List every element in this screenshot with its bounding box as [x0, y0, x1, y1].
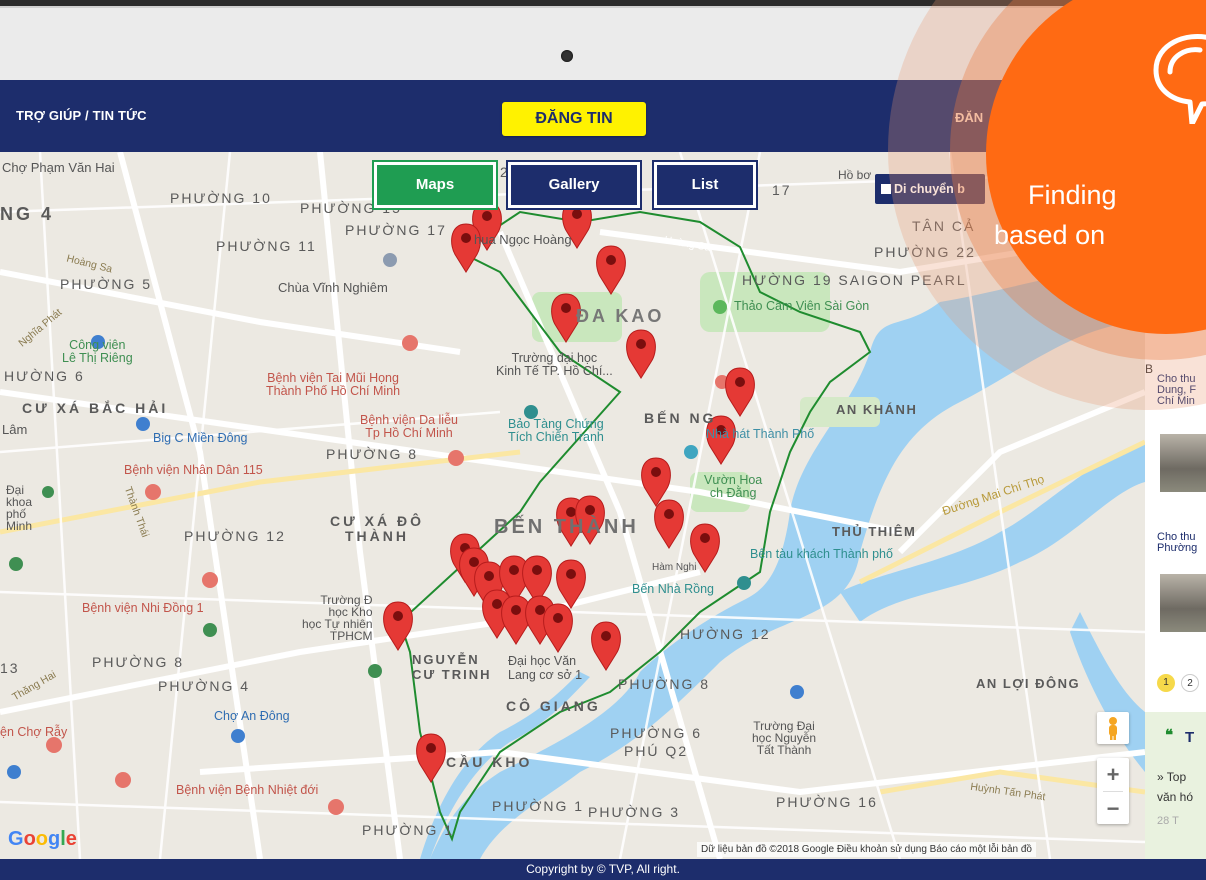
- map-label: Vườn Hoa ch Đằng: [704, 473, 763, 500]
- map-label: AN KHÁNH: [836, 402, 918, 417]
- map-label: Bệnh viện Nhi Đồng 1: [82, 601, 204, 615]
- map-label: CẦU KHO: [446, 754, 533, 770]
- camera-dot: [561, 50, 573, 62]
- map-label: Nhà hát Thành Phố: [706, 427, 815, 441]
- zoom-control: + −: [1097, 758, 1129, 824]
- post-listing-button[interactable]: ĐĂNG TIN: [502, 102, 646, 136]
- nav-help-news-link[interactable]: TRỢ GIÚP / TIN TỨC: [16, 108, 147, 123]
- tab-maps[interactable]: Maps: [372, 160, 498, 210]
- map-label: PHƯỜNG 11: [216, 238, 317, 254]
- map-label: NG 4: [0, 204, 55, 224]
- promo-line-2: based on: [994, 220, 1106, 250]
- map-label: BẾN THÀNH: [494, 516, 639, 538]
- map-label: PHƯỜNG 8: [92, 654, 185, 670]
- map-label: PHƯỜNG 8: [618, 676, 711, 692]
- map-label: PHƯỜNG 3: [588, 804, 681, 820]
- map-label: Đại học Văn Lang cơ sở 1: [508, 654, 583, 682]
- map-label: Đại khoa phố Minh: [6, 483, 33, 533]
- news-box-title: T: [1185, 729, 1195, 746]
- map-label: Bệnh viện Tai Mũi Họng Thành Phố Hồ Chí …: [266, 371, 401, 398]
- speech-bubble-icon: [1153, 34, 1206, 124]
- map-label: Bến tàu khách Thành phố: [750, 547, 893, 561]
- map-label: HƯỜNG 6: [4, 368, 85, 384]
- map-label: PHƯỜNG 8: [326, 446, 419, 462]
- map-label: Thảo Cầm Viên Sài Gòn: [734, 299, 870, 313]
- map-label: Bến Nhà Rồng: [632, 582, 715, 596]
- promo-line-1: Finding: [1028, 180, 1117, 210]
- map-label: Trường đại học Kinh Tế TP. Hồ Chí...: [496, 351, 613, 378]
- map-label: Lâm: [2, 422, 28, 437]
- map-label: 13: [0, 660, 20, 676]
- map-label: PHƯỜNG 16: [776, 794, 878, 810]
- map-label: Công viên Lê Thị Riêng: [62, 338, 133, 365]
- tab-gallery[interactable]: Gallery: [506, 160, 642, 210]
- map-label: PHƯỜNG 10: [170, 190, 272, 206]
- map-label: BẾN NG: [644, 410, 717, 426]
- map-label: CƯ XÁ BẮC HẢI: [22, 400, 169, 416]
- map-label: PHƯỜNG 1: [492, 798, 585, 814]
- zoom-in-button[interactable]: +: [1097, 758, 1129, 791]
- map-label: PHƯỜNG 5: [60, 276, 153, 292]
- map-label: ĐA KAO: [576, 306, 665, 326]
- map-label: Bệnh viện Bệnh Nhiệt đới: [176, 783, 319, 797]
- news-item-line-2[interactable]: văn hó: [1157, 791, 1193, 803]
- map-label: NGUYỄN CƯ TRINH: [412, 652, 492, 682]
- map-label: 17: [772, 182, 792, 198]
- map-label: PHƯỜNG 1: [362, 822, 455, 838]
- street-view-pegman-icon[interactable]: [1097, 712, 1129, 744]
- map-label: Chợ Phạm Văn Hai: [2, 160, 115, 175]
- map-label: Chùa Vĩnh Nghiêm: [278, 280, 388, 295]
- map-label: Trường Đ học Kho học Tự nhiên TPHCM: [302, 593, 373, 643]
- footer-copyright: Copyright by © TVP, All right.: [0, 859, 1206, 880]
- map-label: PHƯỜNG 17: [345, 222, 447, 238]
- map-label: hua Ngọc Hoàng: [474, 232, 572, 247]
- zoom-out-button[interactable]: −: [1097, 792, 1129, 825]
- listing-thumbnail-1[interactable]: [1160, 434, 1206, 492]
- map-label: Hồ bơ: [838, 168, 872, 182]
- screen-frame: TRỢ GIÚP / TIN TỨC ĐĂNG TIN ĐĂN Chợ Phạm…: [0, 0, 1206, 880]
- map-label: Hàm Nghi: [652, 562, 697, 573]
- map-label: PHƯỜNG 4: [158, 678, 251, 694]
- tab-list[interactable]: List: [652, 160, 758, 210]
- news-item-date: 28 T: [1157, 815, 1179, 827]
- map-label: Chợ An Đông: [214, 709, 290, 723]
- news-item-line-1[interactable]: » Top: [1157, 771, 1186, 783]
- map-label: Trường Đại học Nguyễn Tất Thành: [752, 719, 817, 757]
- map-label: Bệnh viện Nhân Dân 115: [124, 463, 263, 477]
- pegman-icon: [1109, 717, 1117, 740]
- map-label: Big C Miền Đông: [153, 431, 248, 445]
- map-label: PHƯỜNG 6 PHÚ Q2: [610, 725, 703, 759]
- map-label: Bảo Tàng Chứng Tích Chiến Tranh: [508, 417, 604, 444]
- news-quote-icon: ❝: [1165, 727, 1174, 744]
- map-label: CÔ GIANG: [506, 698, 601, 714]
- map-label: AN LỢI ĐÔNG: [976, 676, 1081, 691]
- pagination-page-2[interactable]: 2: [1181, 674, 1199, 692]
- map-label: THỦ THIÊM: [832, 524, 917, 539]
- map-label: CƯ XÁ ĐÔ THÀNH: [330, 513, 424, 544]
- listing-title-2[interactable]: Cho thu Phường: [1157, 532, 1197, 554]
- map-label: HƯỜNG 12: [680, 626, 771, 642]
- map-attribution[interactable]: Dữ liệu bản đồ ©2018 Google Điều khoản s…: [697, 842, 1036, 857]
- google-logo: Google: [8, 828, 77, 850]
- map-label: PHƯỜNG 12: [184, 528, 286, 544]
- news-box: ❝ T » Top văn hó 28 T: [1145, 712, 1206, 859]
- map-label: Bệnh viện Da liễu Tp Hồ Chí Minh: [360, 413, 458, 440]
- listing-thumbnail-2[interactable]: [1160, 574, 1206, 632]
- pagination-page-1[interactable]: 1: [1157, 674, 1175, 692]
- map-label: ện Chợ Rẫy: [0, 725, 68, 739]
